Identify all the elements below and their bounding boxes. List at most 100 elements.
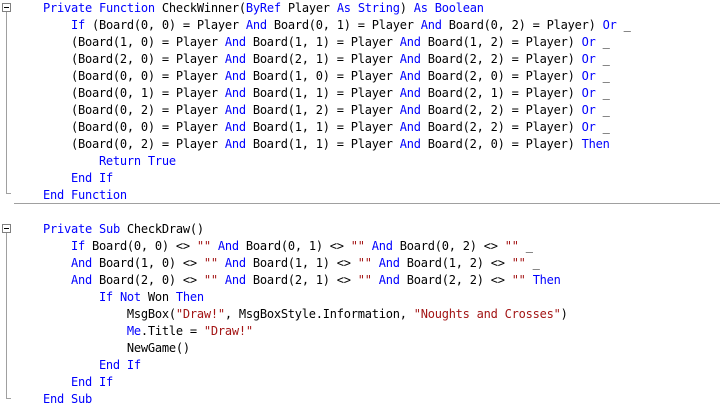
code-text: (Board(2, 0) = Player: [15, 52, 225, 66]
code-line[interactable]: End Sub: [15, 391, 92, 408]
code-keyword: And: [245, 18, 267, 32]
code-keyword: Then: [175, 290, 204, 304]
code-line[interactable]: (Board(0, 1) = Player And Board(1, 1) = …: [15, 85, 610, 102]
code-keyword: Not: [119, 290, 141, 304]
code-text: Board(2, 0) = Player): [420, 137, 582, 151]
code-text: _: [525, 256, 540, 270]
code-text: Board(1, 2) = Player): [420, 35, 582, 49]
code-line[interactable]: MsgBox("Draw!", MsgBoxStyle.Information,…: [15, 306, 568, 323]
code-text: Board(2, 0) <>: [91, 273, 204, 287]
code-text: Won: [140, 290, 176, 304]
code-keyword: As: [336, 1, 351, 15]
code-keyword: Then: [581, 137, 610, 151]
code-line[interactable]: (Board(0, 2) = Player And Board(1, 2) = …: [15, 102, 610, 119]
code-line[interactable]: (Board(0, 0) = Player And Board(1, 1) = …: [15, 119, 610, 136]
code-text: Board(1, 1) = Player: [245, 86, 400, 100]
code-line[interactable]: And Board(1, 0) <> "" And Board(1, 1) <>…: [15, 255, 540, 272]
code-text: Board(1, 2) = Player: [245, 103, 400, 117]
outline-guide: [6, 233, 7, 399]
code-line[interactable]: End If: [15, 374, 113, 391]
code-keyword: Return: [98, 154, 141, 168]
code-keyword: And: [399, 86, 421, 100]
code-keyword: And: [378, 256, 400, 270]
code-line[interactable]: If Not Won Then: [15, 289, 204, 306]
code-keyword: And: [399, 120, 421, 134]
code-line[interactable]: NewGame(): [15, 340, 190, 357]
code-text: _: [595, 52, 610, 66]
collapse-sub-checkdraw-icon[interactable]: [2, 224, 11, 233]
code-text: Board(0, 2) <>: [392, 239, 505, 253]
code-text: (Board(1, 0) = Player: [15, 35, 225, 49]
outline-end-marker: [6, 193, 11, 194]
code-keyword: And: [224, 256, 246, 270]
code-text: Board(2, 1) = Player: [245, 52, 400, 66]
code-keyword: String: [357, 1, 400, 15]
code-keyword: And: [420, 18, 442, 32]
code-keyword: And: [70, 273, 92, 287]
code-line[interactable]: (Board(0, 0) = Player And Board(1, 0) = …: [15, 68, 610, 85]
code-text: (Board(0, 0) = Player: [84, 18, 246, 32]
collapse-function-checkwinner-icon[interactable]: [2, 3, 11, 12]
code-line[interactable]: If Board(0, 0) <> "" And Board(0, 1) <> …: [15, 238, 533, 255]
code-line[interactable]: End Function: [15, 187, 127, 204]
code-text: Board(1, 0) <>: [91, 256, 204, 270]
code-text: _: [595, 120, 610, 134]
code-keyword: Or: [581, 103, 596, 117]
code-line[interactable]: (Board(0, 2) = Player And Board(1, 1) = …: [15, 136, 610, 153]
code-line[interactable]: (Board(1, 0) = Player And Board(1, 1) = …: [15, 34, 610, 51]
code-keyword: ByRef: [245, 1, 281, 15]
code-text: Board(1, 1) = Player: [245, 137, 400, 151]
code-editor[interactable]: Private Function CheckWinner(ByRef Playe…: [0, 0, 720, 406]
code-keyword: And: [399, 69, 421, 83]
code-keyword: And: [224, 137, 246, 151]
code-keyword: Function: [70, 188, 127, 202]
code-text: ): [399, 1, 414, 15]
code-line[interactable]: And Board(2, 0) <> "" And Board(2, 1) <>…: [15, 272, 561, 289]
code-keyword: If: [98, 375, 113, 389]
code-line[interactable]: Private Function CheckWinner(ByRef Playe…: [15, 0, 484, 17]
code-keyword: And: [224, 86, 246, 100]
code-keyword: End: [70, 375, 92, 389]
code-keyword: And: [399, 137, 421, 151]
code-text: Board(1, 1) = Player: [245, 120, 400, 134]
code-keyword: And: [224, 273, 246, 287]
code-string: "": [196, 239, 211, 253]
code-line[interactable]: If (Board(0, 0) = Player And Board(0, 1)…: [15, 17, 631, 34]
code-string: "": [357, 273, 372, 287]
code-line[interactable]: Return True: [15, 153, 176, 170]
code-line[interactable]: End If: [15, 357, 141, 374]
code-keyword: If: [70, 18, 85, 32]
code-line[interactable]: (Board(2, 0) = Player And Board(2, 1) = …: [15, 51, 610, 68]
code-text: (Board(0, 2) = Player: [15, 103, 225, 117]
code-keyword: Or: [581, 52, 596, 66]
code-string: "": [357, 256, 372, 270]
code-text: NewGame(): [15, 341, 190, 355]
code-keyword: True: [147, 154, 176, 168]
code-keyword: And: [70, 256, 92, 270]
code-keyword: And: [224, 69, 246, 83]
code-line[interactable]: Me.Title = "Draw!": [15, 323, 253, 340]
code-text: Board(2, 2) = Player): [420, 52, 582, 66]
code-keyword: End: [42, 188, 64, 202]
code-keyword: Then: [532, 273, 561, 287]
code-string: "Draw!": [203, 324, 253, 338]
code-keyword: And: [217, 239, 239, 253]
code-line[interactable]: Private Sub CheckDraw(): [15, 221, 204, 238]
code-line[interactable]: End If: [15, 170, 113, 187]
code-text: _: [595, 69, 610, 83]
code-keyword: And: [371, 239, 393, 253]
code-text: Board(0, 1) <>: [238, 239, 351, 253]
